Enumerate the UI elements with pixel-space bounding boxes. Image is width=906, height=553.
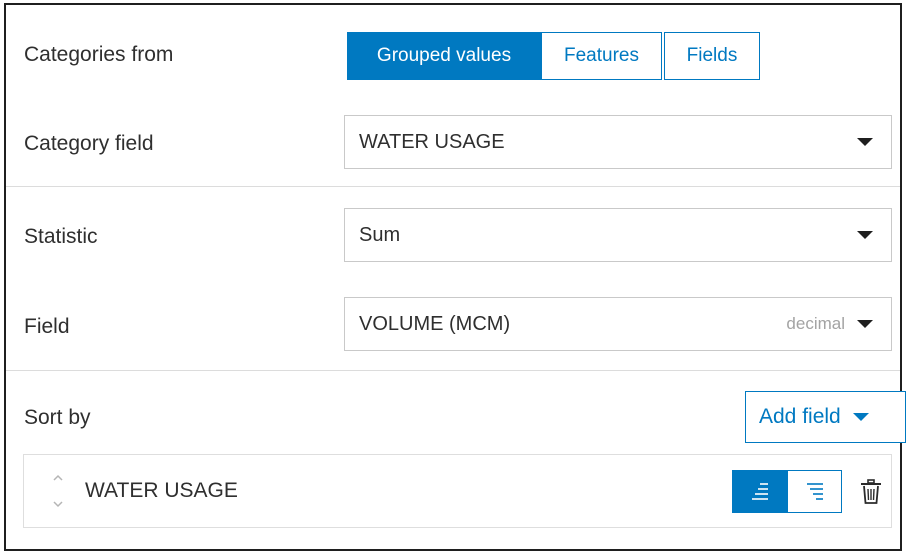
segment-grouped-values[interactable]: Grouped values <box>347 32 541 80</box>
sort-descending-icon <box>806 482 823 500</box>
section-divider <box>6 186 900 187</box>
sort-field-name: WATER USAGE <box>85 479 238 502</box>
category-field-label: Category field <box>24 132 154 155</box>
chevron-down-icon <box>857 231 873 239</box>
add-field-label: Add field <box>759 405 841 428</box>
chart-settings-panel: Categories from Grouped values Features … <box>4 3 906 551</box>
trash-icon[interactable] <box>860 479 882 505</box>
segment-features[interactable]: Features <box>541 32 662 80</box>
field-label: Field <box>24 315 70 338</box>
sort-field-row: WATER USAGE <box>23 454 892 528</box>
statistic-label: Statistic <box>24 225 98 248</box>
category-field-select[interactable]: WATER USAGE <box>344 115 892 169</box>
field-type-hint: decimal <box>786 314 845 333</box>
field-value: VOLUME (MCM) <box>359 312 511 335</box>
statistic-value: Sum <box>359 223 401 246</box>
chevron-down-icon <box>857 320 873 328</box>
sort-descending-button[interactable] <box>787 470 842 513</box>
section-divider <box>6 370 900 371</box>
category-field-value: WATER USAGE <box>359 130 505 153</box>
sort-ascending-button[interactable] <box>732 470 787 513</box>
sort-by-label: Sort by <box>24 406 91 429</box>
field-select[interactable]: VOLUME (MCM) decimal <box>344 297 892 351</box>
statistic-select[interactable]: Sum <box>344 208 892 262</box>
segment-fields[interactable]: Fields <box>664 32 760 80</box>
add-field-button[interactable]: Add field <box>745 391 906 443</box>
sort-ascending-icon <box>751 482 768 500</box>
chevron-down-icon <box>857 138 873 146</box>
chevron-down-icon <box>852 413 869 421</box>
categories-from-label: Categories from <box>24 43 174 66</box>
drag-handle-icon[interactable] <box>51 472 65 510</box>
